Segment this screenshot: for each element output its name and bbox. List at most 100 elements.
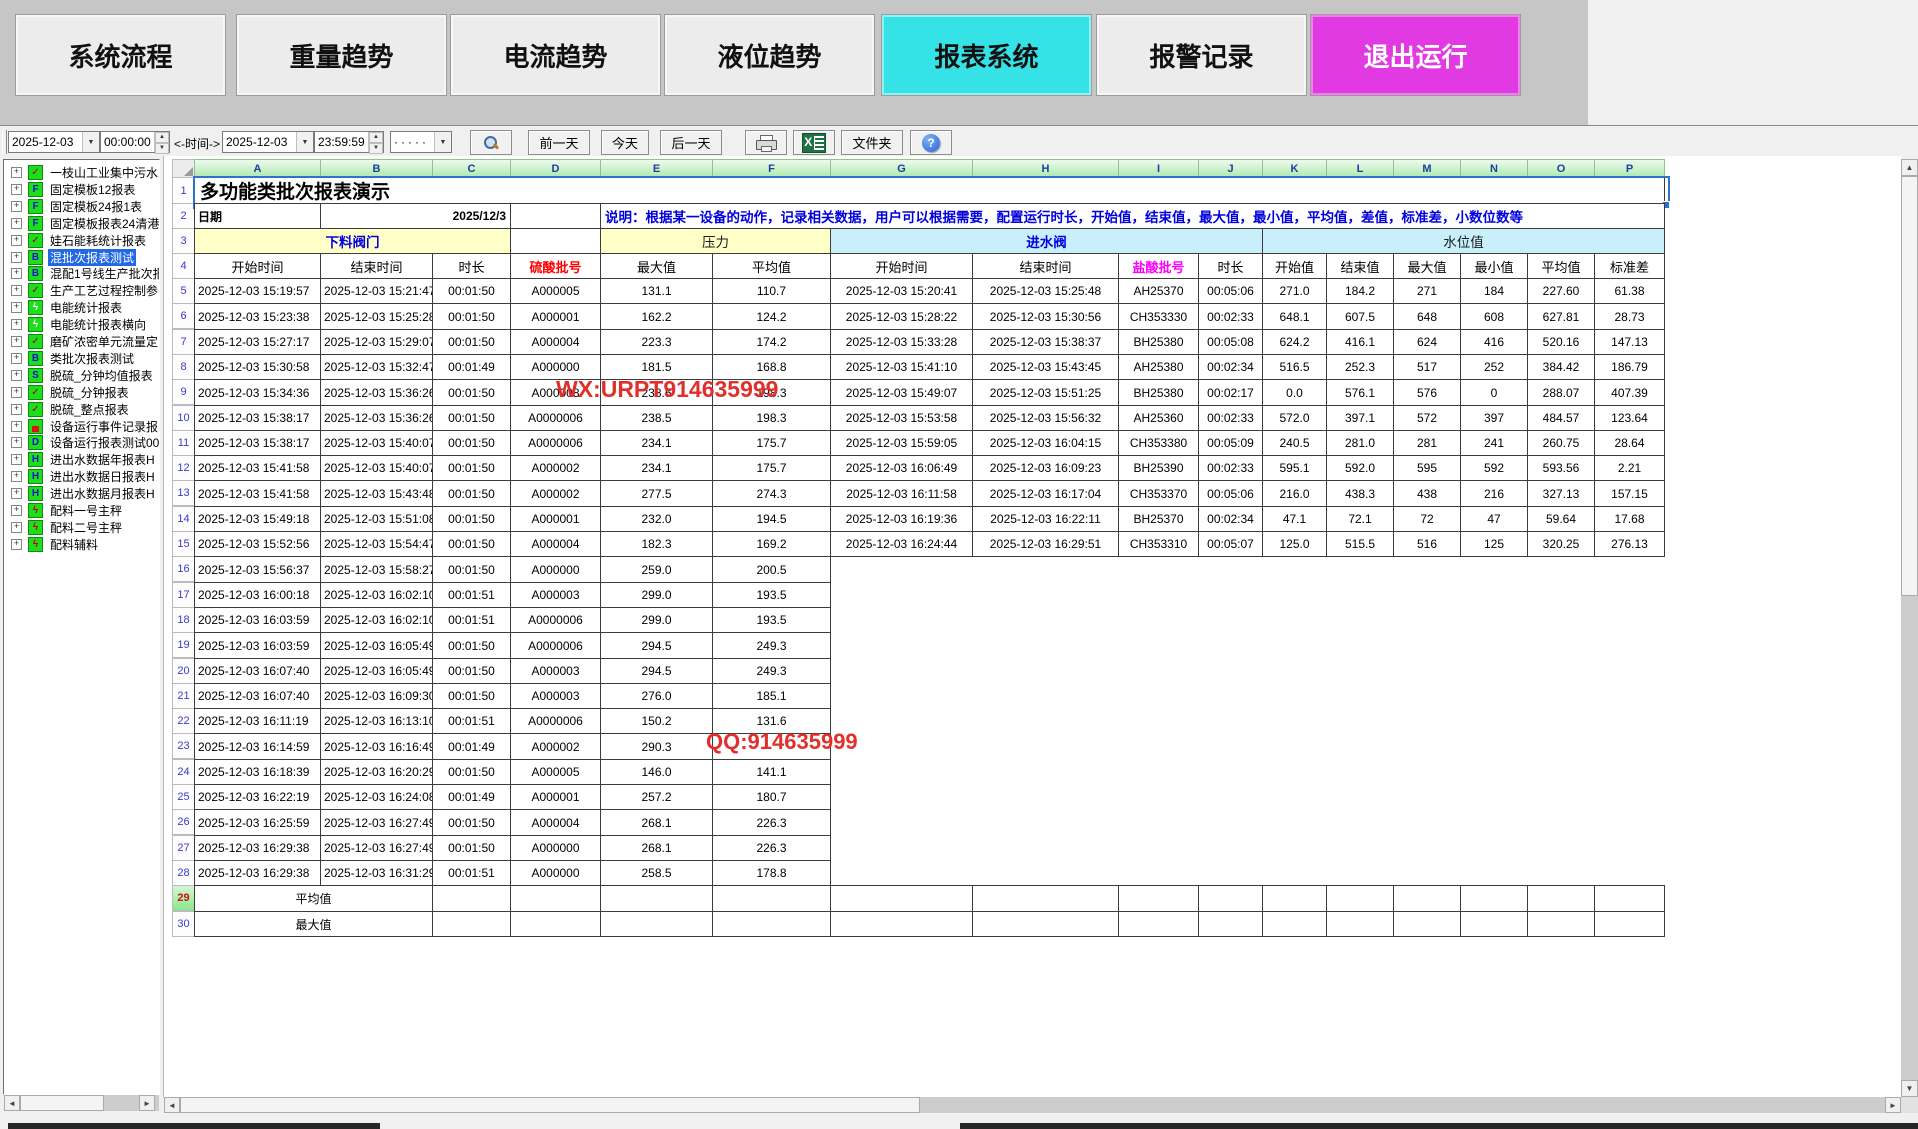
row-header-17[interactable]: 17 bbox=[172, 582, 195, 608]
data-cell[interactable]: 238.5 bbox=[600, 405, 713, 431]
data-cell[interactable]: A000004 bbox=[510, 329, 601, 355]
data-cell[interactable]: 2025-12-03 15:43:48 bbox=[320, 480, 433, 507]
data-cell[interactable]: 47 bbox=[1460, 506, 1528, 532]
field-header-cell[interactable]: 平均值 bbox=[712, 253, 831, 279]
data-cell[interactable]: 260.75 bbox=[1527, 430, 1595, 456]
empty-cell[interactable] bbox=[712, 911, 831, 937]
data-cell[interactable]: 2025-12-03 15:19:57 bbox=[194, 278, 321, 304]
end-time-spinner[interactable]: 23:59:59 ▲▼ bbox=[314, 131, 384, 153]
row-header-13[interactable]: 13 bbox=[172, 480, 195, 506]
tree-item[interactable]: +ϟ电能统计报表 bbox=[4, 299, 160, 316]
data-cell[interactable]: 624.2 bbox=[1262, 329, 1327, 355]
data-cell[interactable]: 2025-12-03 15:34:36 bbox=[194, 379, 321, 406]
expand-plus-icon[interactable]: + bbox=[11, 302, 22, 313]
expand-plus-icon[interactable]: + bbox=[11, 184, 22, 195]
data-cell[interactable]: 00:01:50 bbox=[432, 531, 511, 557]
data-cell[interactable]: A000001 bbox=[510, 303, 601, 330]
data-cell[interactable]: BH25380 bbox=[1118, 379, 1199, 406]
data-cell[interactable]: 2025-12-03 16:19:36 bbox=[830, 506, 973, 532]
data-cell[interactable]: 576 bbox=[1393, 379, 1461, 406]
data-cell[interactable]: 00:01:49 bbox=[432, 354, 511, 380]
data-cell[interactable]: 2025-12-03 15:41:58 bbox=[194, 480, 321, 507]
data-cell[interactable]: 2025-12-03 16:14:59 bbox=[194, 733, 321, 760]
data-cell[interactable]: 00:01:50 bbox=[432, 835, 511, 861]
data-cell[interactable]: 2025-12-03 15:29:07 bbox=[320, 329, 433, 355]
data-cell[interactable]: 59.64 bbox=[1527, 506, 1595, 532]
tree-item[interactable]: +ϟ配料二号主秤 bbox=[4, 519, 160, 536]
tree-item[interactable]: +✓脱硫_分钟报表 bbox=[4, 384, 160, 401]
data-cell[interactable]: 2025-12-03 16:09:30 bbox=[320, 683, 433, 709]
data-cell[interactable]: 607.5 bbox=[1326, 303, 1394, 330]
data-cell[interactable]: 226.3 bbox=[712, 809, 831, 836]
data-cell[interactable]: 516 bbox=[1393, 531, 1461, 557]
next-day-button[interactable]: 后一天 bbox=[660, 130, 722, 155]
row-header-23[interactable]: 23 bbox=[172, 733, 195, 759]
data-cell[interactable]: 223.3 bbox=[600, 329, 713, 355]
tree-item-label[interactable]: 脱硫_分钟报表 bbox=[48, 384, 131, 401]
data-cell[interactable]: 2025-12-03 16:00:18 bbox=[194, 582, 321, 608]
data-cell[interactable]: 125.0 bbox=[1262, 531, 1327, 557]
tree-item-label[interactable]: 混批次报表测试 bbox=[48, 249, 136, 266]
data-cell[interactable]: BH25380 bbox=[1118, 329, 1199, 355]
data-cell[interactable]: 397 bbox=[1460, 405, 1528, 431]
empty-cell[interactable] bbox=[510, 885, 601, 912]
empty-cell[interactable] bbox=[1460, 911, 1528, 937]
spin-down-icon[interactable]: ▼ bbox=[369, 143, 383, 154]
data-cell[interactable]: 268.1 bbox=[600, 809, 713, 836]
empty-cell[interactable] bbox=[1594, 911, 1665, 937]
date-label-cell[interactable]: 日期 bbox=[194, 203, 321, 229]
data-cell[interactable]: 2025-12-03 15:54:47 bbox=[320, 531, 433, 557]
data-cell[interactable]: 124.2 bbox=[712, 303, 831, 330]
data-cell[interactable]: 184.2 bbox=[1326, 278, 1394, 304]
data-cell[interactable]: 648 bbox=[1393, 303, 1461, 330]
expand-plus-icon[interactable]: + bbox=[11, 336, 22, 347]
tree-item-label[interactable]: 电能统计报表 bbox=[48, 299, 124, 316]
tree-item-label[interactable]: 配料辅料 bbox=[48, 536, 100, 553]
select-all-corner[interactable] bbox=[172, 159, 195, 178]
end-date-combobox[interactable]: 2025-12-03 ▼ bbox=[222, 131, 314, 153]
data-cell[interactable]: 185.1 bbox=[712, 683, 831, 709]
row-header-20[interactable]: 20 bbox=[172, 658, 195, 684]
data-cell[interactable]: 576.1 bbox=[1326, 379, 1394, 406]
tree-item-label[interactable]: 娃石能耗统计报表 bbox=[48, 232, 148, 249]
data-cell[interactable]: 281.0 bbox=[1326, 430, 1394, 456]
data-cell[interactable]: 2025-12-03 16:11:58 bbox=[830, 480, 973, 507]
data-cell[interactable]: 00:01:51 bbox=[432, 860, 511, 886]
tree-item[interactable]: +✓脱硫_整点报表 bbox=[4, 401, 160, 418]
expand-plus-icon[interactable]: + bbox=[11, 319, 22, 330]
data-cell[interactable]: 216.0 bbox=[1262, 480, 1327, 507]
data-cell[interactable]: 627.81 bbox=[1527, 303, 1595, 330]
col-header-K[interactable]: K bbox=[1262, 159, 1327, 178]
spin-down-icon[interactable]: ▼ bbox=[155, 143, 169, 154]
empty-cell[interactable] bbox=[972, 885, 1119, 912]
data-cell[interactable]: 147.13 bbox=[1594, 329, 1665, 355]
empty-cell[interactable] bbox=[1527, 885, 1595, 912]
data-cell[interactable]: A000002 bbox=[510, 455, 601, 481]
prev-day-button[interactable]: 前一天 bbox=[528, 130, 590, 155]
data-cell[interactable]: 595.1 bbox=[1262, 455, 1327, 481]
data-cell[interactable]: 2025-12-03 15:49:18 bbox=[194, 506, 321, 532]
data-cell[interactable]: 2025-12-03 15:20:41 bbox=[830, 278, 973, 304]
data-cell[interactable]: CH353310 bbox=[1118, 531, 1199, 557]
data-cell[interactable]: 00:05:07 bbox=[1198, 531, 1263, 557]
col-header-E[interactable]: E bbox=[600, 159, 713, 178]
summary-label-cell[interactable]: 最大值 bbox=[194, 911, 433, 937]
tree-item[interactable]: +✓磨矿浓密单元流量定 bbox=[4, 333, 160, 350]
help-button[interactable]: ? bbox=[910, 130, 952, 155]
data-cell[interactable]: 00:02:17 bbox=[1198, 379, 1263, 406]
data-cell[interactable]: 572 bbox=[1393, 405, 1461, 431]
data-cell[interactable]: 2025-12-03 15:41:58 bbox=[194, 455, 321, 481]
data-cell[interactable]: 2025-12-03 15:38:17 bbox=[194, 405, 321, 431]
data-cell[interactable]: 28.73 bbox=[1594, 303, 1665, 330]
expand-plus-icon[interactable]: + bbox=[11, 268, 22, 279]
data-cell[interactable]: 00:01:49 bbox=[432, 784, 511, 810]
data-cell[interactable]: 157.15 bbox=[1594, 480, 1665, 507]
chevron-down-icon[interactable]: ▼ bbox=[82, 132, 99, 152]
data-cell[interactable]: 00:02:33 bbox=[1198, 455, 1263, 481]
filter-combobox[interactable]: ····· ▼ bbox=[390, 131, 452, 153]
row-header-7[interactable]: 7 bbox=[172, 329, 195, 355]
col-header-O[interactable]: O bbox=[1527, 159, 1595, 178]
data-cell[interactable]: 00:05:08 bbox=[1198, 329, 1263, 355]
col-header-D[interactable]: D bbox=[510, 159, 601, 178]
tree-item-label[interactable]: 配料一号主秤 bbox=[48, 502, 124, 519]
